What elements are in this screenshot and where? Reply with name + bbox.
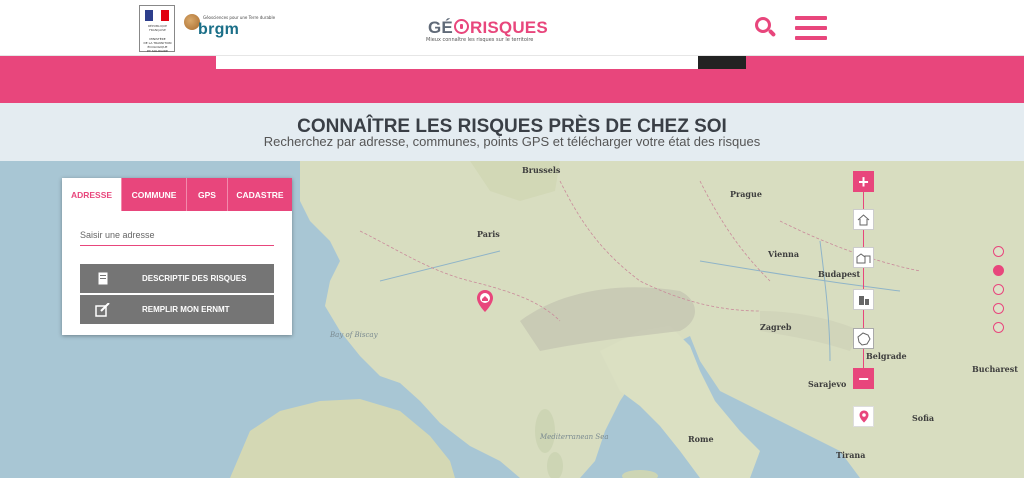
ministry-text: MINISTÈRE DE LA TRANSITION ÉCOLOGIQUE ET… [143,37,172,53]
search-panel: ADRESSE COMMUNE GPS CADASTRE DESCRIPTIF … [62,178,292,335]
map-label-bruxelles: Brussels [522,165,561,175]
zoom-in-button[interactable]: + [853,171,874,192]
georisques-logo[interactable]: GÉ RISQUES [428,18,548,38]
map-label-mediterranean: Mediterranean Sea [540,433,609,441]
document-icon [92,272,114,285]
ministry-logo[interactable]: RÉPUBLIQUE FRANÇAISE MINISTÈRE DE LA TRA… [139,5,175,53]
location-marker-icon[interactable] [476,289,494,313]
map-label-bay-biscay: Bay of Biscay [330,331,378,339]
pink-banner [0,56,1024,103]
remplir-label: REMPLIR MON ERNMT [142,305,230,314]
zoom-level-town-button[interactable] [853,247,874,268]
geolocate-button[interactable] [853,406,874,427]
slider-dot[interactable] [993,246,1004,257]
map-label-tirana: Tirana [836,450,866,460]
map-label-belgrade: Belgrade [866,351,907,361]
town-icon [856,253,871,264]
logo-right: RISQUES [469,18,548,37]
france-icon [856,331,871,346]
map-label-bucharest: Bucharest [972,364,1018,374]
hamburger-icon [795,16,827,20]
brgm-logo[interactable]: brgm [198,21,239,39]
tagline: Mieux connaître les risques sur le terri… [426,37,534,43]
republic-text: RÉPUBLIQUE FRANÇAISE [147,24,168,32]
site-header: RÉPUBLIQUE FRANÇAISE MINISTÈRE DE LA TRA… [0,0,1024,56]
map-label-vienna: Vienna [768,249,800,259]
tab-commune[interactable]: COMMUNE [121,178,186,211]
slider-dot[interactable] [993,284,1004,295]
building-icon [859,296,869,305]
map-label-zagreb: Zagreb [760,322,792,332]
descriptif-risques-button[interactable]: DESCRIPTIF DES RISQUES [80,264,274,293]
address-input[interactable] [80,224,274,246]
search-button[interactable] [752,14,778,40]
logo-left: GÉ [428,18,453,37]
zoom-level-house-button[interactable] [853,209,874,230]
map-label-rome: Rome [688,434,714,444]
banner-search-submit[interactable] [698,56,746,69]
map-label-prague: Prague [730,189,762,199]
map-label-sofia: Sofia [912,413,935,423]
hero-band: CONNAÎTRE LES RISQUES PRÈS DE CHEZ SOI R… [0,103,1024,161]
tab-adresse[interactable]: ADRESSE [62,178,121,211]
logo-o-icon [453,19,469,34]
slider-dot[interactable] [993,303,1004,314]
descriptif-label: DESCRIPTIF DES RISQUES [142,274,247,283]
map-label-paris: Paris [477,229,500,239]
map-pin-icon [859,410,868,423]
hero-subtitle: Recherchez par adresse, communes, points… [263,134,761,149]
zoom-level-city-button[interactable] [853,289,874,310]
map-label-budapest: Budapest [818,269,861,279]
french-flag-icon [145,10,169,21]
menu-button[interactable] [795,16,827,40]
brgm-subtitle: Géosciences pour une Terre durable [203,15,276,20]
slider-dot[interactable] [993,322,1004,333]
edit-icon [92,302,114,317]
remplir-ernmt-button[interactable]: REMPLIR MON ERNMT [80,295,274,324]
search-tabs: ADRESSE COMMUNE GPS CADASTRE [62,178,292,211]
map-label-sarajevo: Sarajevo [808,379,847,389]
zoom-out-button[interactable]: − [853,368,874,389]
house-icon [857,214,870,226]
zoom-level-country-button[interactable] [853,328,874,349]
banner-search-field[interactable] [216,56,698,69]
slider-dot-active[interactable] [993,265,1004,276]
tab-cadastre[interactable]: CADASTRE [227,178,292,211]
tab-gps[interactable]: GPS [186,178,227,211]
